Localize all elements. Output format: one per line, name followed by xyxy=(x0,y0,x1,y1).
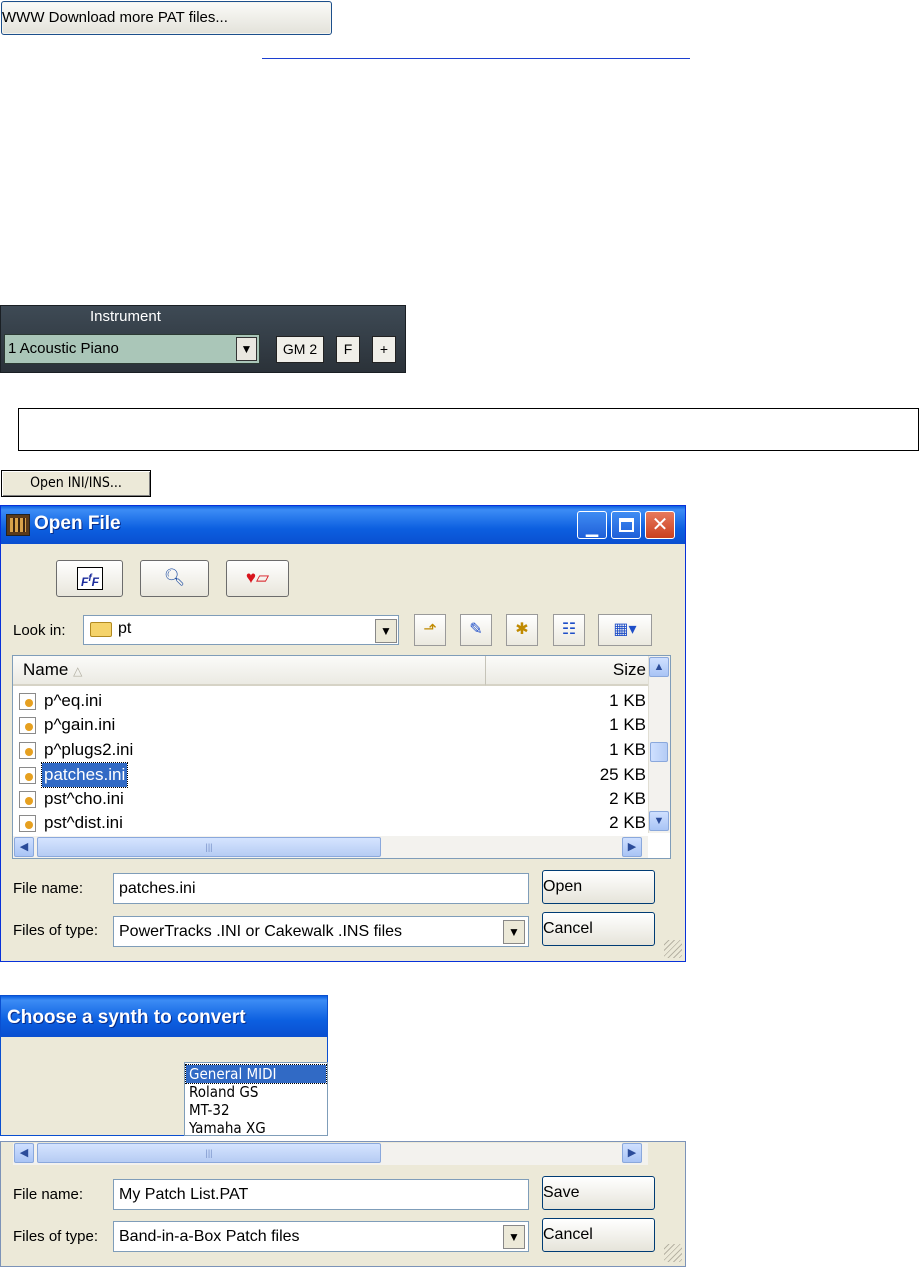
file-name: p^eq.ini xyxy=(44,691,103,710)
resize-grip-icon[interactable] xyxy=(664,940,682,958)
hyperlink-underline[interactable] xyxy=(262,58,690,59)
sort-ascending-icon: △ xyxy=(73,664,83,678)
app-icon-detail xyxy=(10,518,26,532)
synth-item[interactable]: Roland GS xyxy=(186,1083,326,1101)
view-menu-icon[interactable]: ▦▾ xyxy=(598,614,652,646)
file-size: 2 KB xyxy=(609,789,646,808)
vertical-scroll-thumb[interactable] xyxy=(650,742,668,762)
file-name: pst^cho.ini xyxy=(44,789,124,808)
file-size: 1 KB xyxy=(609,715,646,734)
search-icon[interactable]: 🔍︎ xyxy=(140,560,209,597)
tree-view-icon[interactable]: ☷ xyxy=(553,614,585,646)
font-icon: FfF xyxy=(77,567,103,590)
file-name: patches.ini xyxy=(40,762,129,788)
ini-file-icon xyxy=(19,693,36,710)
scroll-up-icon[interactable]: ▲ xyxy=(649,657,669,677)
chevron-down-icon[interactable]: ▼ xyxy=(503,920,525,944)
column-header-name[interactable]: Name △ xyxy=(13,656,486,686)
file-name: p^gain.ini xyxy=(44,715,116,734)
scroll-left-icon[interactable]: ◀ xyxy=(14,1143,34,1163)
file-name: pst^dist.ini xyxy=(44,813,123,832)
synth-item-selected[interactable]: General MIDI xyxy=(185,1064,327,1084)
maximize-icon xyxy=(619,518,634,532)
close-icon[interactable]: ✕ xyxy=(645,511,675,539)
plus-button[interactable]: + xyxy=(372,336,396,363)
ini-file-icon xyxy=(19,742,36,759)
file-row[interactable]: pst^dist.ini 2 KB xyxy=(16,811,646,833)
gm2-button[interactable]: GM 2 xyxy=(276,336,324,363)
file-row[interactable]: pst^cho.ini 2 KB xyxy=(16,787,646,811)
file-row[interactable]: p^eq.ini 1 KB xyxy=(16,689,646,713)
ini-file-icon xyxy=(19,717,36,734)
file-name-label: File name: xyxy=(13,880,84,897)
name-header-label: Name xyxy=(23,660,69,679)
file-name-input[interactable]: My Patch List.PAT xyxy=(113,1179,529,1210)
scroll-down-icon[interactable]: ▼ xyxy=(649,811,669,831)
favorite-folder-icon[interactable]: ♥▱ xyxy=(226,560,289,597)
chevron-down-icon[interactable]: ▼ xyxy=(236,337,257,361)
instrument-select[interactable]: 1 Acoustic Piano xyxy=(4,334,260,364)
resize-grip-icon[interactable] xyxy=(664,1244,682,1262)
cancel-button[interactable]: Cancel xyxy=(542,912,655,946)
ini-file-icon xyxy=(19,767,36,784)
open-ini-ins-button[interactable]: Open INI/INS... xyxy=(1,470,151,497)
file-size: 2 KB xyxy=(609,813,646,832)
up-folder-icon[interactable]: ⬏ xyxy=(414,614,446,646)
files-of-type-label: Files of type: xyxy=(13,922,99,939)
column-header-size[interactable]: Size xyxy=(486,656,648,686)
file-row-selected[interactable]: patches.ini 25 KB xyxy=(16,762,646,788)
file-size: 1 KB xyxy=(609,691,646,710)
folder-icon xyxy=(90,622,112,637)
edit-icon[interactable]: ✎ xyxy=(460,614,492,646)
save-button[interactable]: Save xyxy=(542,1176,655,1210)
dialog-title: Choose a synth to convert xyxy=(7,1007,246,1028)
instrument-panel-title: Instrument xyxy=(90,308,161,325)
file-row[interactable]: p^plugs2.ini 1 KB xyxy=(16,738,646,762)
look-in-label: Look in: xyxy=(13,622,66,639)
files-of-type-select[interactable]: Band-in-a-Box Patch files xyxy=(113,1221,529,1252)
synth-item[interactable]: Yamaha XG xyxy=(186,1119,326,1135)
open-button[interactable]: Open xyxy=(542,870,655,904)
f-button[interactable]: F xyxy=(336,336,360,363)
file-name-label: File name: xyxy=(13,1186,84,1203)
scroll-right-icon[interactable]: ▶ xyxy=(622,1143,642,1163)
cancel-button[interactable]: Cancel xyxy=(542,1218,655,1252)
empty-text-box xyxy=(18,408,919,451)
file-size: 1 KB xyxy=(609,740,646,759)
files-of-type-select[interactable]: PowerTracks .INI or Cakewalk .INS files xyxy=(113,916,529,947)
scroll-left-icon[interactable]: ◀ xyxy=(14,837,34,857)
chevron-down-icon[interactable]: ▼ xyxy=(375,619,397,643)
www-download-pat-button[interactable]: WWW Download more PAT files... xyxy=(1,1,332,35)
horizontal-scroll-thumb[interactable]: ||| xyxy=(37,837,381,857)
file-name-input[interactable]: patches.ini xyxy=(113,873,529,904)
ini-file-icon xyxy=(19,815,36,832)
dialog-title: Open File xyxy=(34,513,121,534)
ini-file-icon xyxy=(19,791,36,808)
scroll-right-icon[interactable]: ▶ xyxy=(622,837,642,857)
files-of-type-label: Files of type: xyxy=(13,1228,99,1245)
file-row[interactable]: p^gain.ini 1 KB xyxy=(16,713,646,737)
horizontal-scroll-thumb[interactable]: ||| xyxy=(37,1143,381,1163)
file-size: 25 KB xyxy=(599,765,646,784)
file-name: p^plugs2.ini xyxy=(44,740,134,759)
minimize-icon[interactable]: ▁ xyxy=(577,511,607,539)
chevron-down-icon[interactable]: ▼ xyxy=(503,1225,525,1249)
synth-item[interactable]: MT-32 xyxy=(186,1101,326,1119)
new-folder-icon[interactable]: ✱ xyxy=(506,614,538,646)
look-in-value: pt xyxy=(118,620,132,637)
